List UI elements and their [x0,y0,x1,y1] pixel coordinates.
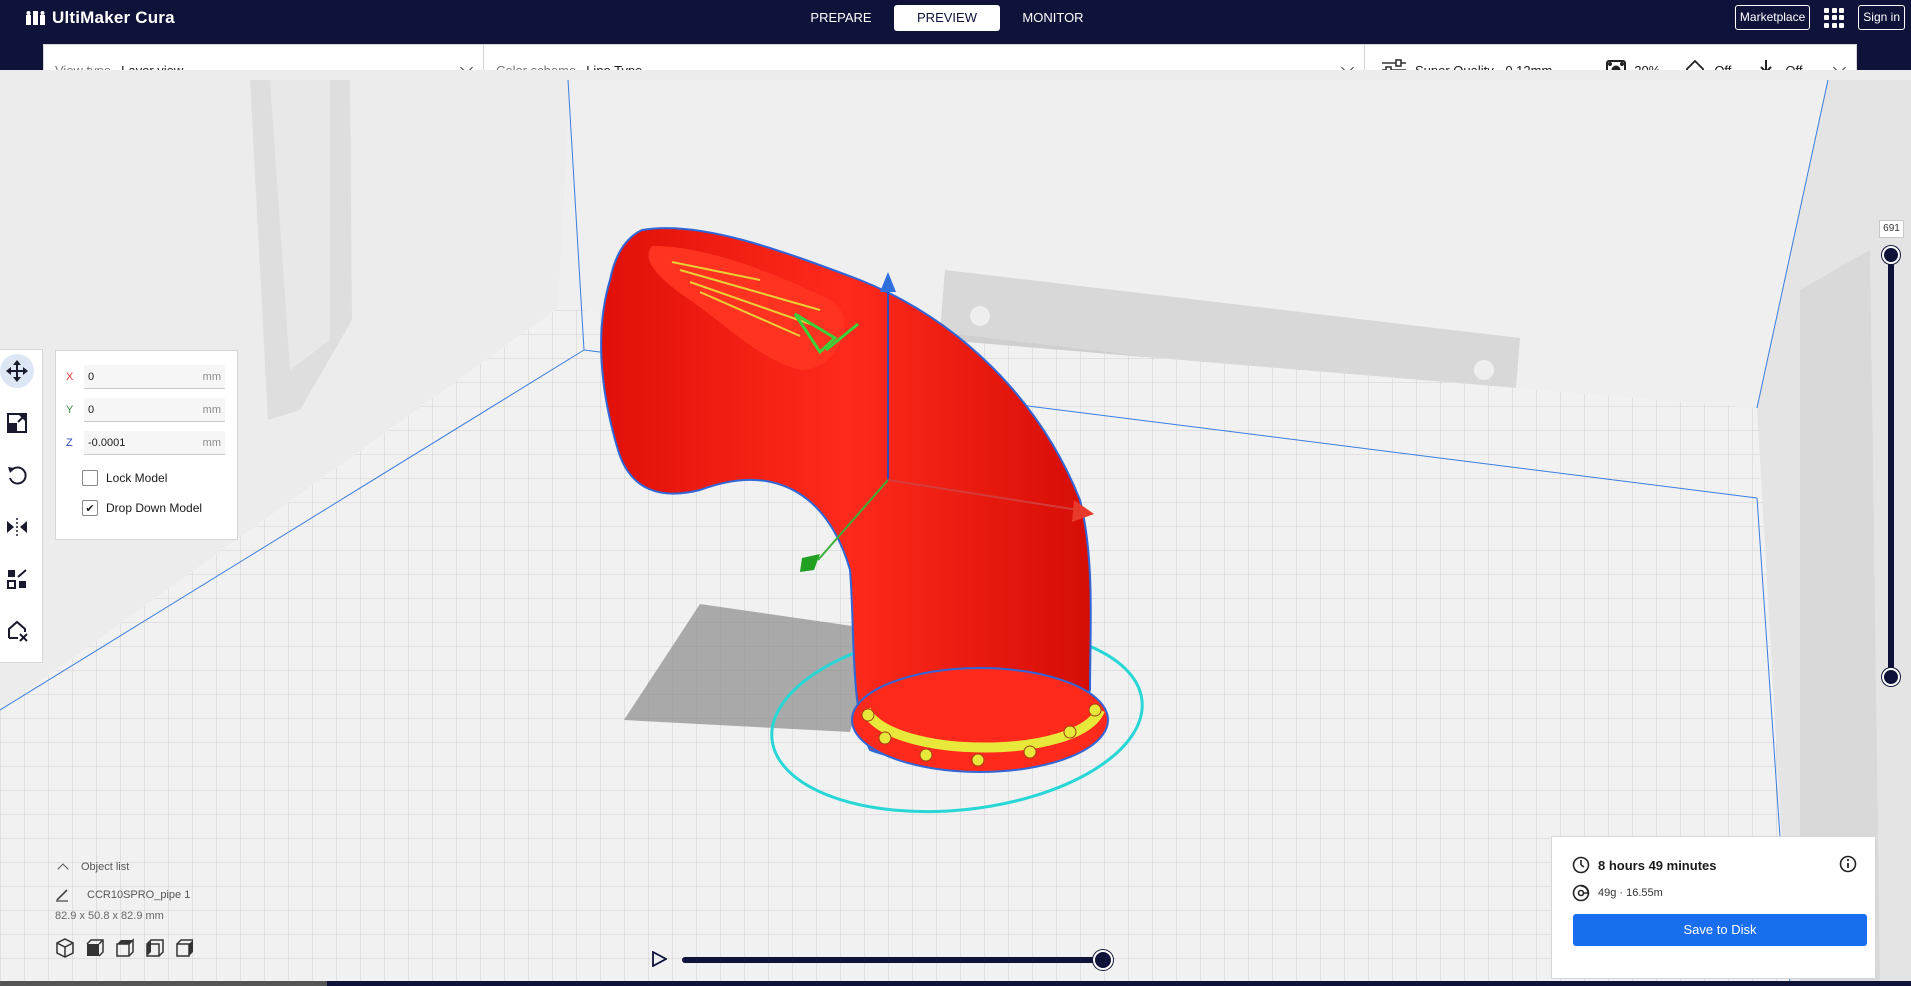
object-list-item[interactable]: CCR10SPRO_pipe 1 [55,886,315,904]
print-info-panel: 8 hours 49 minutes 49g · 16.55m Save to … [1551,836,1876,979]
info-icon[interactable] [1839,855,1857,873]
tab-prepare[interactable]: PREPARE [788,5,894,31]
apps-grid-icon[interactable] [1824,7,1845,28]
bottom-edge-progress [0,981,327,986]
x-coordinate-input[interactable]: 0 mm [84,365,225,389]
left-tool-panel [0,349,43,663]
cube-3d-view-icon [56,938,74,958]
scale-tool-button[interactable] [0,406,34,440]
object-dimensions: 82.9 x 50.8 x 82.9 mm [55,910,164,922]
scale-icon [7,413,27,433]
mirror-icon [7,518,27,536]
print-time-row: 8 hours 49 minutes [1572,855,1855,875]
z-coordinate-row: Z -0.0001 mm [66,429,227,457]
right-view-button[interactable] [175,938,195,961]
clock-icon [1572,856,1590,874]
lock-model-option[interactable]: Lock Model [66,469,227,487]
material-usage: 49g · 16.55m [1598,887,1663,899]
app-name: UltiMaker Cura [52,8,175,27]
layer-slider-lower-handle[interactable] [1882,668,1900,686]
front-view-button[interactable] [85,938,105,961]
mirror-tool-button[interactable] [0,510,34,544]
move-tool-panel: X 0 mm Y 0 mm Z -0.0001 mm Lock Model ✔ … [55,350,238,540]
drop-down-model-checkbox[interactable]: ✔ [82,500,98,516]
cube-left-view-icon [146,939,164,957]
simulation-slider-track[interactable] [682,957,1106,963]
y-unit: mm [202,403,221,416]
object-list-toggle[interactable]: Object list [55,858,315,876]
z-unit: mm [202,436,221,449]
drop-down-model-label: Drop Down Model [106,501,203,515]
y-coordinate-input[interactable]: 0 mm [84,398,225,422]
lock-model-checkbox[interactable] [82,470,98,486]
current-layer-number[interactable]: 691 [1879,220,1904,238]
z-coordinate-input[interactable]: -0.0001 mm [84,431,225,455]
app-logo: UltiMaker Cura [26,7,175,29]
save-to-disk-button[interactable]: Save to Disk [1573,914,1867,946]
cube-right-view-icon [176,939,193,957]
print-time: 8 hours 49 minutes [1598,857,1717,873]
spool-icon [1572,884,1590,902]
layer-slider[interactable]: 691 [1879,214,1904,686]
sign-in-button[interactable]: Sign in [1858,5,1905,30]
move-tool-button[interactable] [0,354,34,388]
support-blocker-icon [8,620,28,642]
marketplace-button[interactable]: Marketplace [1734,5,1811,30]
support-blocker-button[interactable] [0,614,34,648]
ultimaker-logo-icon [26,11,45,25]
x-unit: mm [202,370,221,383]
camera-view-buttons [55,938,315,961]
drop-down-model-option[interactable]: ✔ Drop Down Model [66,499,227,517]
material-usage-row: 49g · 16.55m [1572,883,1855,903]
object-name: CCR10SPRO_pipe 1 [87,889,191,901]
chevron-up-icon [57,863,69,875]
top-right-controls: Marketplace Sign in [1734,5,1911,30]
left-view-button[interactable] [145,938,165,961]
x-axis-label: X [66,371,74,383]
play-icon[interactable] [651,951,667,967]
top-view-button[interactable] [115,938,135,961]
per-model-settings-button[interactable] [0,562,34,596]
stage-tabs: PREPARE PREVIEW MONITOR [788,5,1106,31]
object-list-panel: Object list CCR10SPRO_pipe 1 82.9 x 50.8… [55,858,315,961]
z-value: -0.0001 [88,436,126,449]
x-value: 0 [88,370,95,383]
cube-front-view-icon [86,939,104,957]
y-value: 0 [88,403,95,416]
tab-preview[interactable]: PREVIEW [894,5,1000,31]
lock-model-label: Lock Model [106,471,168,485]
layer-slider-track[interactable] [1888,254,1894,676]
move-arrows-icon [6,360,28,382]
3d-view-button[interactable] [55,938,75,961]
object-list-title: Object list [81,861,130,873]
x-coordinate-row: X 0 mm [66,363,227,391]
tab-monitor[interactable]: MONITOR [1000,5,1106,31]
y-coordinate-row: Y 0 mm [66,396,227,424]
pencil-icon[interactable] [55,888,69,902]
layer-slider-upper-handle[interactable] [1882,246,1900,264]
z-axis-label: Z [66,437,73,449]
rotate-icon [8,466,27,485]
rotate-tool-button[interactable] [0,458,34,492]
y-axis-label: Y [66,404,74,416]
simulation-slider-handle[interactable] [1093,950,1113,970]
per-model-settings-icon [7,569,27,589]
cube-top-view-icon [116,938,134,957]
